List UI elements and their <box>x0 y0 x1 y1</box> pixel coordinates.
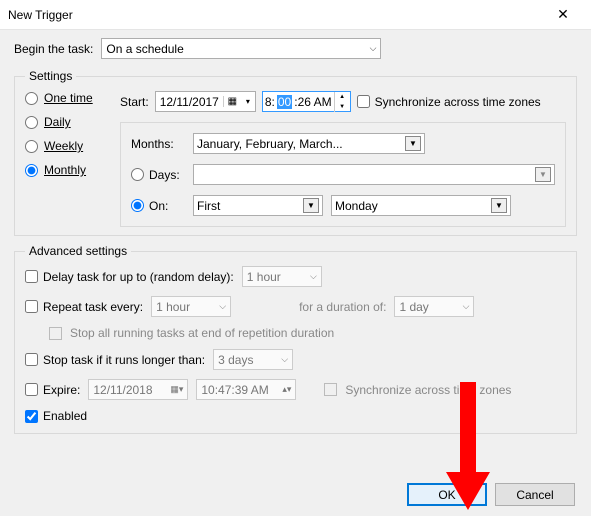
enabled-checkbox[interactable]: Enabled <box>25 409 87 423</box>
expire-sync-label: Synchronize across time zones <box>345 383 511 397</box>
months-value: January, February, March... <box>197 137 343 151</box>
chevron-down-icon: ⌵ <box>310 271 317 282</box>
start-row: Start: 12/11/2017 ▦ ▾ 8:00:26 AM ▲▼ Sync… <box>120 91 566 112</box>
calendar-icon: ▦▾ <box>170 384 183 395</box>
months-dropdown[interactable]: January, February, March... ▼ <box>193 133 425 154</box>
radio-monthly[interactable]: Monthly <box>25 163 120 177</box>
chevron-down-icon: ⌵ <box>219 301 226 312</box>
chevron-down-icon: ⌵ <box>370 43 377 54</box>
stop-long-checkbox[interactable]: Stop task if it runs longer than: <box>25 353 205 367</box>
dialog-content: Begin the task: On a schedule ⌵ Settings… <box>0 30 591 516</box>
start-date-value: 12/11/2017 <box>156 95 223 109</box>
repeat-combo: 1 hour⌵ <box>151 296 231 317</box>
chevron-down-icon: ▾ <box>241 97 255 106</box>
start-time-field[interactable]: 8:00:26 AM ▲▼ <box>262 91 351 112</box>
expire-date-field: 12/11/2018▦▾ <box>88 379 188 400</box>
chevron-down-icon: ▼ <box>405 136 421 151</box>
delay-checkbox[interactable]: Delay task for up to (random delay): <box>25 270 234 284</box>
chevron-down-icon: ⌵ <box>281 354 288 365</box>
on-week-value: First <box>197 199 220 213</box>
radio-onetime[interactable]: One time <box>25 91 120 105</box>
stop-long-combo: 3 days⌵ <box>213 349 293 370</box>
settings-fieldset: Settings One time Daily Weekly Monthly S… <box>14 69 577 236</box>
radio-weekly[interactable]: Weekly <box>25 139 120 153</box>
on-week-dropdown[interactable]: First ▼ <box>193 195 323 216</box>
radio-daily[interactable]: Daily <box>25 115 120 129</box>
expire-sync-checkbox <box>324 383 337 396</box>
schedule-radios: One time Daily Weekly Monthly <box>25 91 120 227</box>
calendar-icon: ▦ <box>223 96 241 107</box>
spinner-icon: ▴▾ <box>282 384 291 395</box>
months-label: Months: <box>131 137 185 151</box>
chevron-down-icon: ▼ <box>535 167 551 182</box>
repeat-checkbox[interactable]: Repeat task every: <box>25 300 143 314</box>
duration-label: for a duration of: <box>299 300 386 314</box>
footer-buttons: OK Cancel <box>407 483 575 506</box>
advanced-legend: Advanced settings <box>25 244 131 258</box>
advanced-fieldset: Advanced settings Delay task for up to (… <box>14 244 577 434</box>
on-day-dropdown[interactable]: Monday ▼ <box>331 195 511 216</box>
days-dropdown: ▼ <box>193 164 555 185</box>
radio-days[interactable]: Days: <box>131 168 185 182</box>
cancel-button[interactable]: Cancel <box>495 483 575 506</box>
duration-combo: 1 day⌵ <box>394 296 474 317</box>
begin-task-combo[interactable]: On a schedule ⌵ <box>101 38 381 59</box>
on-day-value: Monday <box>335 199 378 213</box>
expire-checkbox[interactable]: Expire: <box>25 383 80 397</box>
start-label: Start: <box>120 95 149 109</box>
monthly-box: Months: January, February, March... ▼ Da… <box>120 122 566 227</box>
begin-task-row: Begin the task: On a schedule ⌵ <box>14 38 577 59</box>
close-icon[interactable]: ✕ <box>543 6 583 23</box>
start-date-field[interactable]: 12/11/2017 ▦ ▾ <box>155 91 256 112</box>
stop-rep-checkbox <box>49 327 62 340</box>
window-title: New Trigger <box>8 8 543 22</box>
radio-on[interactable]: On: <box>131 199 185 213</box>
settings-legend: Settings <box>25 69 76 83</box>
delay-combo: 1 hour⌵ <box>242 266 322 287</box>
sync-checkbox[interactable]: Synchronize across time zones <box>357 95 541 109</box>
spinner-icon[interactable]: ▲▼ <box>334 92 350 112</box>
ok-button[interactable]: OK <box>407 483 487 506</box>
chevron-down-icon: ▼ <box>303 198 319 213</box>
expire-time-field: 10:47:39 AM▴▾ <box>196 379 296 400</box>
begin-task-label: Begin the task: <box>14 42 93 56</box>
chevron-down-icon: ▼ <box>491 198 507 213</box>
stop-rep-label: Stop all running tasks at end of repetit… <box>70 326 334 340</box>
begin-task-value: On a schedule <box>106 42 183 56</box>
title-bar: New Trigger ✕ <box>0 0 591 30</box>
chevron-down-icon: ⌵ <box>463 301 470 312</box>
